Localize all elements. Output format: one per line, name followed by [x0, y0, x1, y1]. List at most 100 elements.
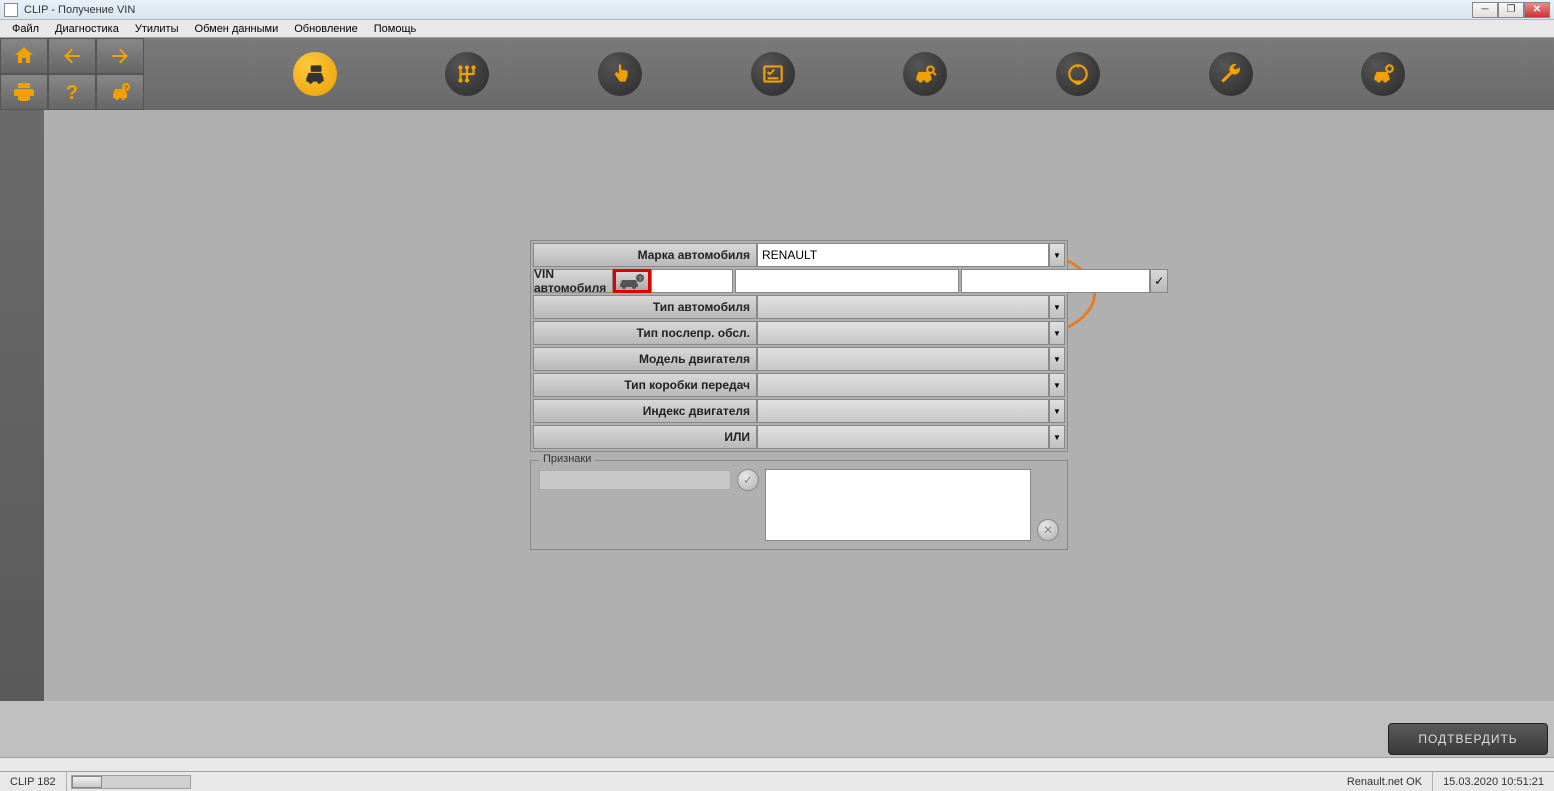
form-row: ИЛИ ▼	[533, 425, 1065, 449]
vin-detect-button[interactable]: ?	[613, 269, 651, 293]
svg-text:?: ?	[66, 82, 78, 104]
check-icon: ✓	[1154, 274, 1164, 288]
car-search-icon	[912, 61, 938, 87]
support-button[interactable]	[1056, 52, 1100, 96]
menu-data-exchange[interactable]: Обмен данными	[189, 21, 285, 37]
print-button[interactable]	[0, 74, 48, 110]
support-icon	[1065, 61, 1091, 87]
app-icon	[4, 3, 18, 17]
disabled-select	[757, 321, 1049, 345]
checklist-icon	[760, 61, 786, 87]
features-textarea[interactable]	[765, 469, 1031, 541]
form-label: Тип коробки передач	[533, 373, 757, 397]
disabled-select	[757, 295, 1049, 319]
print-icon	[12, 80, 36, 104]
back-button[interactable]	[48, 38, 96, 74]
form-row: Тип автомобиля ▼	[533, 295, 1065, 319]
confirm-button[interactable]: ПОДТВЕРДИТЬ	[1388, 723, 1548, 755]
car-settings-button[interactable]	[1361, 52, 1405, 96]
menu-utilities[interactable]: Утилиты	[129, 21, 185, 37]
main-content: Нажать для определения VIN Марка автомоб…	[44, 110, 1554, 701]
form-row: Тип послепр. обсл. ▼	[533, 321, 1065, 345]
minimize-button[interactable]: ─	[1472, 2, 1498, 18]
vin-input-1[interactable]	[651, 269, 733, 293]
title-bar: CLIP - Получение VIN ─ ❐ ✕	[0, 0, 1554, 20]
status-network: Renault.net OK	[1337, 772, 1433, 791]
form-label: VIN автомобиля	[533, 269, 613, 293]
checklist-button[interactable]	[751, 52, 795, 96]
window-title: CLIP - Получение VIN	[24, 4, 135, 16]
form-label: Тип послепр. обсл.	[533, 321, 757, 345]
form-row: Тип коробки передач ▼	[533, 373, 1065, 397]
confirm-bar: ПОДТВЕРДИТЬ	[1388, 723, 1548, 755]
menu-help[interactable]: Помощь	[368, 21, 423, 37]
dropdown-arrow-icon[interactable]: ▼	[1049, 373, 1065, 397]
dropdown-arrow-icon[interactable]: ▼	[1049, 321, 1065, 345]
vehicle-id-button[interactable]	[293, 52, 337, 96]
disabled-select	[757, 425, 1049, 449]
car-question-icon: ?	[618, 273, 646, 289]
form-field: ▼	[757, 321, 1065, 345]
window-controls: ─ ❐ ✕	[1472, 2, 1550, 18]
vehicle-form-panel: Марка автомобиляRENAULT▼VIN автомобиля?✓…	[530, 240, 1068, 550]
vehicle-id-icon	[302, 61, 328, 87]
features-clear-button[interactable]: ✕	[1037, 519, 1059, 541]
dropdown-arrow-icon[interactable]: ▼	[1049, 425, 1065, 449]
form-field: ▼	[757, 295, 1065, 319]
features-confirm-button[interactable]: ✓	[737, 469, 759, 491]
form-field: ?✓	[613, 269, 1168, 293]
dropdown-arrow-icon[interactable]: ▼	[1049, 243, 1065, 267]
gearbox-button[interactable]	[445, 52, 489, 96]
wrench-button[interactable]	[1209, 52, 1253, 96]
features-fieldset: Признаки ✓ ✕	[530, 460, 1068, 550]
form-row: Марка автомобиляRENAULT▼	[533, 243, 1065, 267]
car-help-button[interactable]: ?	[96, 74, 144, 110]
form-label: Индекс двигателя	[533, 399, 757, 423]
form-label: Модель двигателя	[533, 347, 757, 371]
form-field: ▼	[757, 373, 1065, 397]
car-settings-icon	[1370, 61, 1396, 87]
disabled-select	[757, 373, 1049, 397]
menu-diagnostics[interactable]: Диагностика	[49, 21, 125, 37]
status-datetime: 15.03.2020 10:51:21	[1433, 772, 1554, 791]
vin-confirm-button[interactable]: ✓	[1150, 269, 1168, 293]
menu-update[interactable]: Обновление	[288, 21, 364, 37]
arrow-left-icon	[60, 44, 84, 68]
form-label: Марка автомобиля	[533, 243, 757, 267]
form-field: ▼	[757, 399, 1065, 423]
help-button[interactable]: ?	[48, 74, 96, 110]
brand-select[interactable]: RENAULT	[757, 243, 1049, 267]
maximize-button[interactable]: ❐	[1498, 2, 1524, 18]
form-row: VIN автомобиля?✓	[533, 269, 1065, 293]
gearbox-icon	[454, 61, 480, 87]
dropdown-arrow-icon[interactable]: ▼	[1049, 347, 1065, 371]
menu-file[interactable]: Файл	[6, 21, 45, 37]
touch-button[interactable]	[598, 52, 642, 96]
dropdown-arrow-icon[interactable]: ▼	[1049, 399, 1065, 423]
vin-input-3[interactable]	[961, 269, 1150, 293]
dropdown-arrow-icon[interactable]: ▼	[1049, 295, 1065, 319]
menu-bar: Файл Диагностика Утилиты Обмен данными О…	[0, 20, 1554, 38]
forward-button[interactable]	[96, 38, 144, 74]
form-label: Тип автомобиля	[533, 295, 757, 319]
left-sidebar-strip	[0, 110, 44, 701]
status-scrollbar[interactable]	[71, 775, 191, 789]
car-search-button[interactable]	[903, 52, 947, 96]
disabled-select	[757, 399, 1049, 423]
status-bar: CLIP 182 Renault.net OK 15.03.2020 10:51…	[0, 771, 1554, 791]
disabled-select	[757, 347, 1049, 371]
home-icon	[12, 44, 36, 68]
check-icon: ✓	[743, 473, 753, 487]
close-button[interactable]: ✕	[1524, 2, 1550, 18]
touch-icon	[607, 61, 633, 87]
form-label: ИЛИ	[533, 425, 757, 449]
form-field: ▼	[757, 347, 1065, 371]
features-legend: Признаки	[539, 453, 595, 465]
vehicle-form: Марка автомобиляRENAULT▼VIN автомобиля?✓…	[530, 240, 1068, 452]
close-icon: ✕	[1043, 523, 1053, 537]
arrow-right-icon	[108, 44, 132, 68]
vin-input-2[interactable]	[735, 269, 960, 293]
icon-toolbar: ? ?	[0, 38, 1554, 110]
home-button[interactable]	[0, 38, 48, 74]
wrench-icon	[1218, 61, 1244, 87]
